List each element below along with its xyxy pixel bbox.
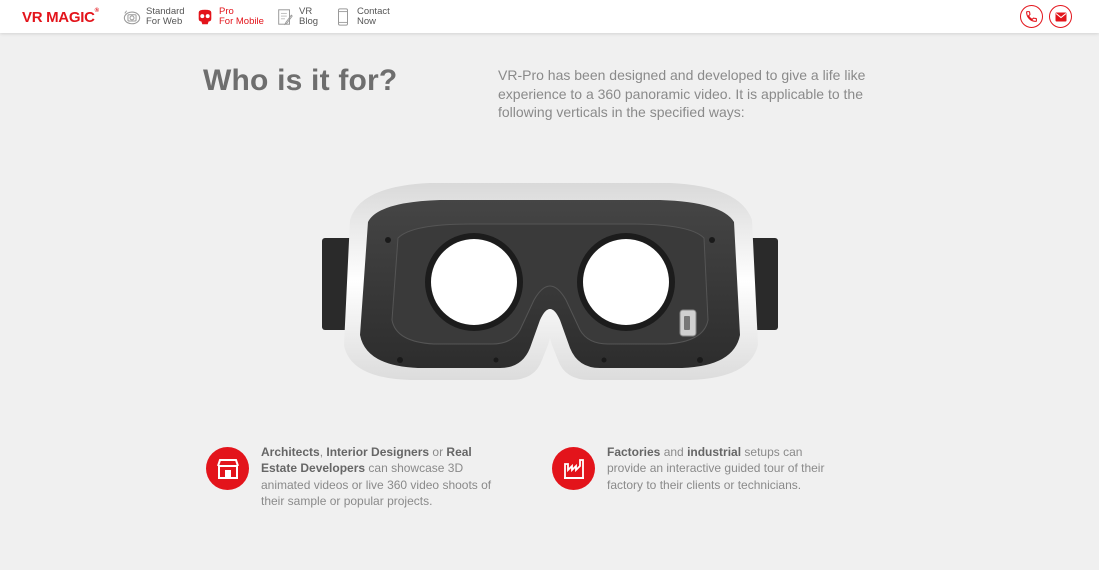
highlight-term: Interior Designers: [326, 445, 430, 459]
nav-label-line2: For Mobile: [219, 16, 264, 27]
nav-label-line2: Blog: [299, 16, 319, 27]
nav-item-vr-blog[interactable]: VR Blog: [276, 5, 318, 29]
phone-icon: [1026, 11, 1037, 22]
feature-text-part: and: [660, 445, 688, 459]
mail-icon: [1055, 12, 1066, 21]
factory-icon: [563, 458, 584, 479]
feature-text-architects: Architects, Interior Designers or Real E…: [261, 444, 496, 509]
highlight-term: Architects: [261, 445, 320, 459]
mobile-phone-icon: [338, 8, 348, 26]
highlight-term: industrial: [687, 445, 742, 459]
nav-item-contact-now[interactable]: Contact Now: [334, 5, 390, 29]
nav-label: Pro For Mobile: [219, 6, 264, 28]
nav-item-pro-for-mobile[interactable]: Pro For Mobile: [196, 5, 264, 29]
nav-label: VR Blog: [299, 6, 319, 28]
brand-logo-text: VR MAGIC: [22, 9, 95, 26]
nav-label: Standard For Web: [146, 6, 185, 28]
brand-logo[interactable]: VR MAGIC®: [22, 8, 99, 26]
highlight-term: Factories: [607, 445, 661, 459]
intro-paragraph: VR-Pro has been designed and developed t…: [498, 67, 866, 120]
nav-item-standard-for-web[interactable]: Standard For Web: [123, 5, 185, 29]
feature-icon-badge: [206, 447, 249, 490]
feature-architects: Architects, Interior Designers or Real E…: [206, 444, 506, 509]
vr-headset-icon: [198, 9, 212, 25]
feature-factories: Factories and industrial setups can prov…: [552, 444, 842, 493]
feature-text-factories: Factories and industrial setups can prov…: [607, 444, 832, 493]
storefront-icon: [216, 458, 239, 479]
brand-registered-mark: ®: [94, 8, 99, 14]
email-button[interactable]: [1049, 5, 1072, 28]
top-navigation-bar: VR MAGIC® Standard For Web Pro For Mobil…: [0, 0, 1099, 33]
page-title: Who is it for?: [203, 64, 398, 97]
document-pencil-icon: [278, 9, 293, 26]
camera-360-icon: [123, 10, 141, 25]
feature-text-part: or: [429, 445, 447, 459]
nav-label: Contact Now: [357, 6, 390, 28]
feature-icon-badge: [552, 447, 595, 490]
nav-label-line2: For Web: [146, 16, 183, 27]
vr-goggles-image: [322, 183, 778, 380]
nav-label-line2: Now: [357, 16, 377, 27]
call-button[interactable]: [1020, 5, 1043, 28]
